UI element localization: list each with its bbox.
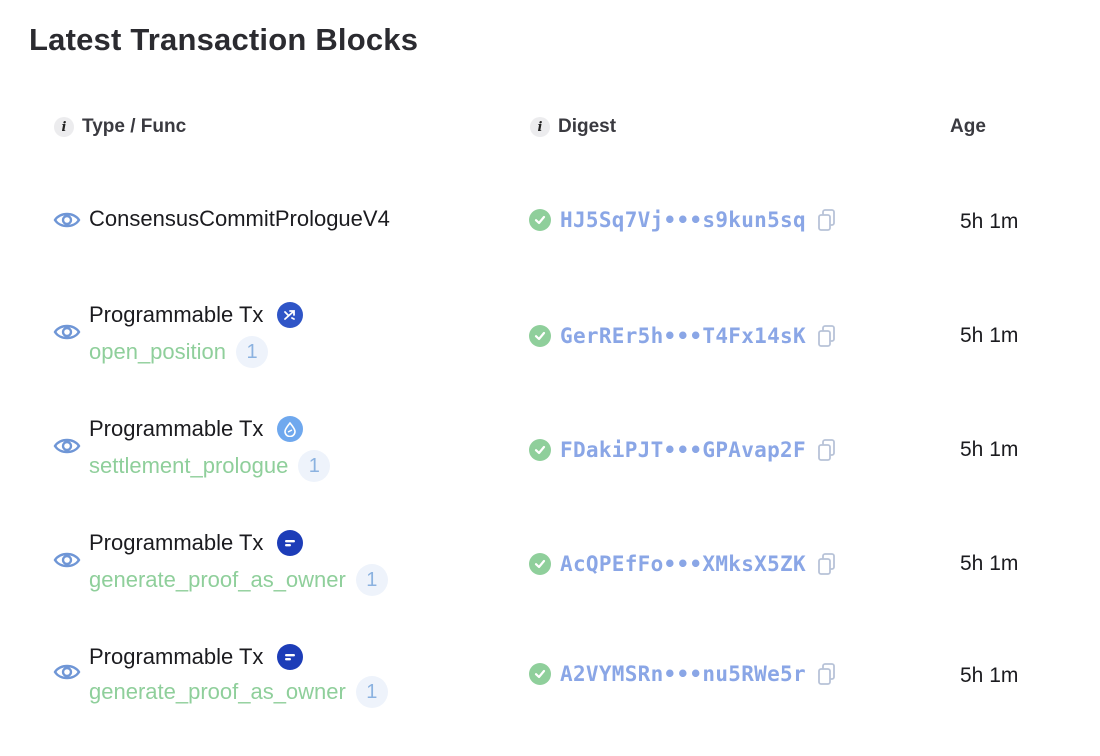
- success-check-icon: [529, 553, 551, 575]
- age-cell: 5h 1m: [960, 552, 1019, 575]
- proof-package-icon[interactable]: [277, 644, 304, 670]
- transaction-type: Programmable Tx: [89, 644, 304, 670]
- call-count-badge: 1: [236, 336, 269, 368]
- info-icon[interactable]: i: [54, 117, 74, 137]
- column-header-label: Digest: [558, 116, 617, 137]
- function-line: open_position 1: [89, 336, 269, 368]
- age-cell: 5h 1m: [960, 438, 1019, 461]
- transaction-type: Programmable Tx: [89, 302, 304, 328]
- function-line: generate_proof_as_owner 1: [89, 564, 388, 596]
- column-header-type-func: i Type / Func: [54, 116, 186, 138]
- eye-icon[interactable]: [53, 436, 81, 456]
- droplet-package-icon[interactable]: [277, 416, 304, 442]
- success-check-icon: [529, 209, 551, 231]
- digest-cell: AcQPEfFo•••XMksX5ZK: [529, 552, 837, 576]
- info-icon[interactable]: i: [530, 117, 550, 137]
- success-check-icon: [529, 663, 551, 685]
- eye-icon[interactable]: [53, 210, 81, 230]
- swap-package-icon[interactable]: [277, 302, 304, 328]
- age-cell: 5h 1m: [960, 210, 1019, 233]
- copy-icon[interactable]: [817, 662, 837, 686]
- digest-cell: HJ5Sq7Vj•••s9kun5sq: [529, 208, 837, 232]
- digest-cell: A2VYMSRn•••nu5RWe5r: [529, 662, 837, 686]
- copy-icon[interactable]: [817, 552, 837, 576]
- eye-icon[interactable]: [53, 662, 81, 682]
- copy-icon[interactable]: [817, 208, 837, 232]
- call-count-badge: 1: [298, 450, 331, 482]
- digest-cell: FDakiPJT•••GPAvap2F: [529, 438, 837, 462]
- section-title: Latest Transaction Blocks: [29, 22, 419, 57]
- transaction-type-label: ConsensusCommitPrologueV4: [89, 206, 390, 231]
- transaction-type-label: Programmable Tx: [89, 644, 264, 669]
- function-line: settlement_prologue 1: [89, 450, 331, 482]
- function-name[interactable]: generate_proof_as_owner: [89, 679, 346, 705]
- digest-link[interactable]: FDakiPJT•••GPAvap2F: [560, 438, 806, 462]
- column-header-label: Type / Func: [82, 116, 187, 137]
- transaction-type-label: Programmable Tx: [89, 530, 264, 555]
- call-count-badge: 1: [355, 564, 388, 596]
- eye-icon[interactable]: [53, 550, 81, 570]
- transaction-type: Programmable Tx: [89, 530, 304, 556]
- function-name[interactable]: generate_proof_as_owner: [89, 567, 346, 593]
- digest-cell: GerREr5h•••T4Fx14sK: [529, 324, 837, 348]
- function-line: generate_proof_as_owner 1: [89, 676, 388, 708]
- column-header-label: Age: [950, 116, 986, 137]
- success-check-icon: [529, 439, 551, 461]
- copy-icon[interactable]: [817, 324, 837, 348]
- column-header-age: Age: [950, 116, 986, 138]
- function-name[interactable]: settlement_prologue: [89, 453, 288, 479]
- eye-icon[interactable]: [53, 322, 81, 342]
- age-cell: 5h 1m: [960, 324, 1019, 347]
- digest-link[interactable]: HJ5Sq7Vj•••s9kun5sq: [560, 208, 806, 232]
- proof-package-icon[interactable]: [277, 530, 304, 556]
- function-name[interactable]: open_position: [89, 339, 226, 365]
- transaction-type: ConsensusCommitPrologueV4: [89, 206, 390, 232]
- column-header-digest: i Digest: [530, 116, 616, 138]
- transaction-type-label: Programmable Tx: [89, 416, 264, 441]
- transaction-type: Programmable Tx: [89, 416, 304, 442]
- digest-link[interactable]: A2VYMSRn•••nu5RWe5r: [560, 662, 806, 686]
- success-check-icon: [529, 325, 551, 347]
- digest-link[interactable]: GerREr5h•••T4Fx14sK: [560, 324, 806, 348]
- digest-link[interactable]: AcQPEfFo•••XMksX5ZK: [560, 552, 806, 576]
- transaction-type-label: Programmable Tx: [89, 302, 264, 327]
- call-count-badge: 1: [355, 676, 388, 708]
- copy-icon[interactable]: [817, 438, 837, 462]
- age-cell: 5h 1m: [960, 664, 1019, 687]
